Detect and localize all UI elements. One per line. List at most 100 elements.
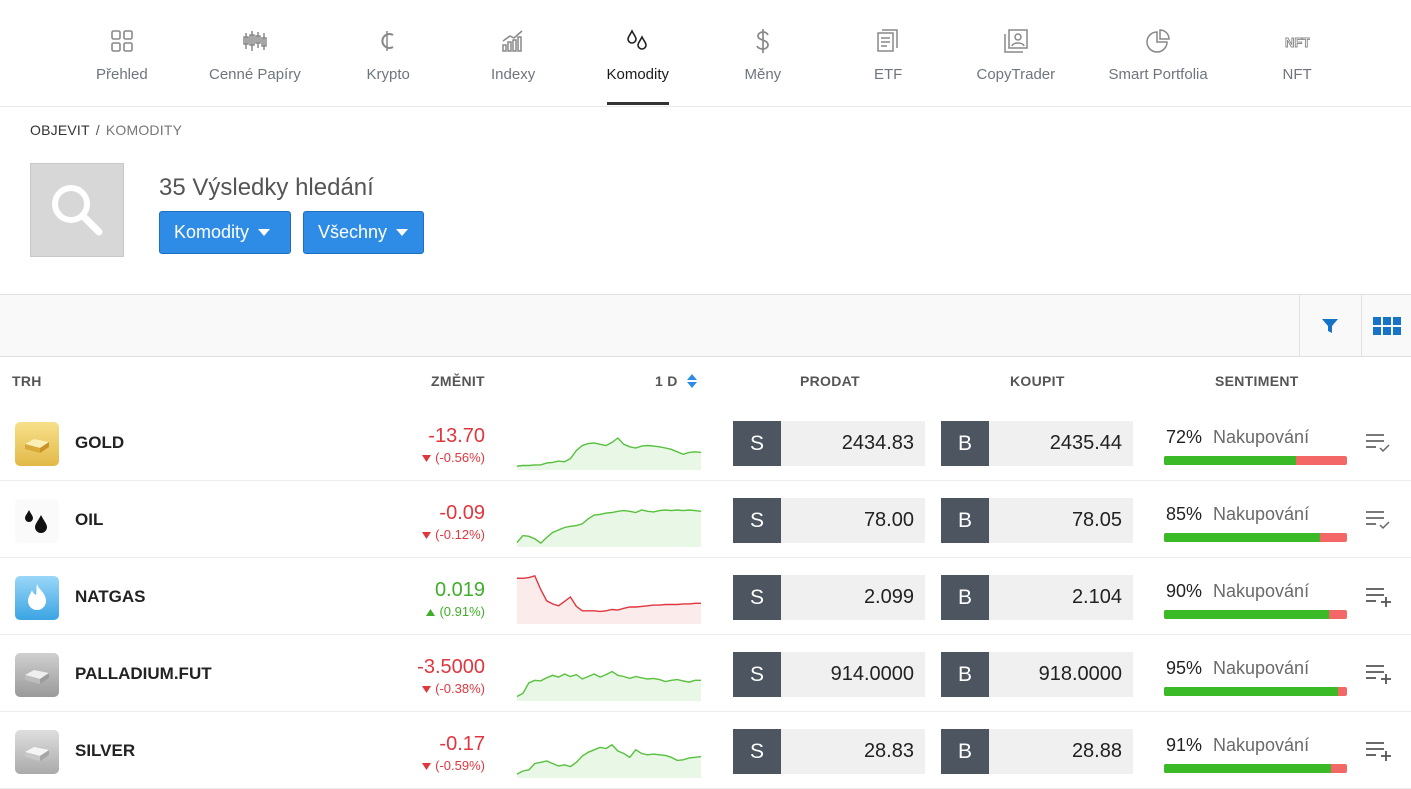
- add-to-watchlist-icon[interactable]: [1364, 739, 1392, 763]
- sell-price: 914.0000: [781, 652, 925, 697]
- period-label: 1 D: [655, 373, 678, 389]
- buy-label: B: [941, 729, 989, 774]
- buy-button[interactable]: B 28.88: [941, 729, 1133, 774]
- sentiment-label: Nakupování: [1213, 581, 1310, 601]
- change-value: -0.09: [439, 502, 485, 524]
- market-name[interactable]: NATGAS: [75, 587, 146, 607]
- sentiment-percent: 90%: [1166, 581, 1203, 601]
- grid-view-icon: [1372, 316, 1401, 335]
- sell-label: S: [733, 498, 781, 543]
- buy-button[interactable]: B 918.0000: [941, 652, 1133, 697]
- buy-button[interactable]: B 2435.44: [941, 421, 1133, 466]
- results-title: 35 Výsledky hledání: [159, 174, 374, 201]
- arrow-down-icon: [422, 686, 432, 693]
- search-thumbnail: [30, 163, 124, 257]
- add-to-watchlist-icon[interactable]: [1364, 585, 1392, 609]
- nav-label: Přehled: [96, 66, 148, 83]
- breadcrumb-root[interactable]: OBJEVIT: [30, 122, 90, 138]
- nav-item-měny[interactable]: Měny: [745, 0, 781, 107]
- table-row[interactable]: PALLADIUM.FUT -3.5000 (-0.38%) S 914.0000 B 91…: [0, 635, 1411, 712]
- change-percent-label: (-0.12%): [435, 527, 485, 542]
- buy-price: 2.104: [989, 575, 1133, 620]
- header-period[interactable]: 1 D: [655, 373, 698, 389]
- sell-price: 2434.83: [781, 421, 925, 466]
- header-buy[interactable]: KOUPIT: [1010, 373, 1065, 389]
- sentiment-percent: 85%: [1166, 504, 1203, 524]
- scope-dropdown-label: Všechny: [318, 222, 388, 242]
- watchlist-added-icon[interactable]: [1364, 508, 1392, 532]
- watchlist-added-icon[interactable]: [1364, 431, 1392, 455]
- nav-item-přehled[interactable]: Přehled: [96, 0, 148, 107]
- gold-logo: [15, 422, 59, 466]
- nav-item-etf[interactable]: ETF: [874, 0, 902, 107]
- arrow-up-icon: [426, 609, 436, 616]
- nav-item-smart-portfolia[interactable]: Smart Portfolia: [1109, 0, 1208, 107]
- buy-button[interactable]: B 78.05: [941, 498, 1133, 543]
- header-change[interactable]: ZMĚNIT: [431, 373, 485, 389]
- header-sentiment[interactable]: SENTIMENT: [1215, 373, 1299, 389]
- palladium-logo: [15, 653, 59, 697]
- filter-button[interactable]: [1299, 295, 1360, 356]
- sell-label: S: [733, 575, 781, 620]
- table-row[interactable]: NATGAS 0.019 (0.91%) S 2.099 B 2.104 90% Nakupov…: [0, 558, 1411, 635]
- buy-label: B: [941, 498, 989, 543]
- category-dropdown-label: Komodity: [174, 222, 250, 242]
- top-navigation: Přehled Cenné Papíry Krypto Indexy Komodity M…: [0, 0, 1411, 107]
- add-to-watchlist-icon[interactable]: [1364, 662, 1392, 686]
- filter-icon: [1322, 318, 1338, 333]
- sell-price: 78.00: [781, 498, 925, 543]
- change-percent: (-0.56%): [422, 450, 485, 465]
- nav-item-indexy[interactable]: Indexy: [491, 0, 535, 107]
- sentiment-bar-fill: [1164, 533, 1320, 542]
- natgas-logo: [15, 576, 59, 620]
- buy-button[interactable]: B 2.104: [941, 575, 1133, 620]
- header-sell[interactable]: PRODAT: [800, 373, 860, 389]
- breadcrumb-current: KOMODITY: [105, 122, 183, 138]
- table-row[interactable]: SILVER -0.17 (-0.59%) S 28.83 B 28.88 91% Nakupo…: [0, 712, 1411, 789]
- market-name[interactable]: PALLADIUM.FUT: [75, 664, 212, 684]
- sentiment-bar: [1164, 687, 1347, 696]
- table-row[interactable]: OIL -0.09 (-0.12%) S 78.00 B 78.05 85% Nakupován…: [0, 481, 1411, 558]
- market-name[interactable]: SILVER: [75, 741, 135, 761]
- nav-item-nft[interactable]: NFT NFT: [1283, 0, 1312, 107]
- sell-button[interactable]: S 78.00: [733, 498, 925, 543]
- sentiment-bar: [1164, 610, 1347, 619]
- nft-icon: NFT: [1285, 35, 1310, 51]
- sparkline-area: [517, 671, 701, 701]
- buy-price: 78.05: [989, 498, 1133, 543]
- breadcrumb-separator: /: [95, 122, 100, 138]
- nav-item-krypto[interactable]: Krypto: [367, 0, 410, 107]
- sell-label: S: [733, 652, 781, 697]
- change-percent: (-0.12%): [422, 527, 485, 542]
- nav-label: CopyTrader: [976, 66, 1056, 83]
- header-market[interactable]: TRH: [12, 373, 42, 389]
- nav-item-komodity[interactable]: Komodity: [606, 0, 670, 107]
- sell-button[interactable]: S 28.83: [733, 729, 925, 774]
- scope-dropdown[interactable]: Všechny: [303, 211, 424, 254]
- market-name[interactable]: OIL: [75, 510, 103, 530]
- sentiment-percent: 95%: [1166, 658, 1203, 678]
- change-value: 0.019: [434, 579, 485, 601]
- category-dropdown[interactable]: Komodity: [159, 211, 291, 254]
- market-name[interactable]: GOLD: [75, 433, 124, 453]
- sell-button[interactable]: S 914.0000: [733, 652, 925, 697]
- sparkline-chart: [516, 509, 702, 547]
- sell-price: 2.099: [781, 575, 925, 620]
- nav-item-cenné-papíry[interactable]: Cenné Papíry: [209, 0, 301, 107]
- oil-drops-icon: [25, 510, 47, 533]
- breadcrumb: OBJEVIT / KOMODITY: [30, 122, 182, 138]
- change-value: -13.70: [428, 425, 485, 447]
- sort-icon: [686, 374, 697, 388]
- change-percent-label: (-0.38%): [435, 681, 485, 696]
- sell-button[interactable]: S 2434.83: [733, 421, 925, 466]
- change-percent-label: (-0.59%): [435, 758, 485, 773]
- grid-view-button[interactable]: [1361, 295, 1411, 356]
- caret-down-icon: [396, 229, 409, 236]
- sell-button[interactable]: S 2.099: [733, 575, 925, 620]
- nav-label: Komodity: [606, 66, 670, 83]
- table-row[interactable]: GOLD -13.70 (-0.56%) S 2434.83 B 2435.44 72% Nak…: [0, 404, 1411, 481]
- sparkline-chart: [516, 574, 701, 624]
- table-header: TRH ZMĚNIT 1 D PRODAT KOUPIT SENTIMENT: [0, 357, 1411, 404]
- nav-item-copytrader[interactable]: CopyTrader: [976, 0, 1056, 107]
- svg-text:NFT: NFT: [1285, 35, 1310, 50]
